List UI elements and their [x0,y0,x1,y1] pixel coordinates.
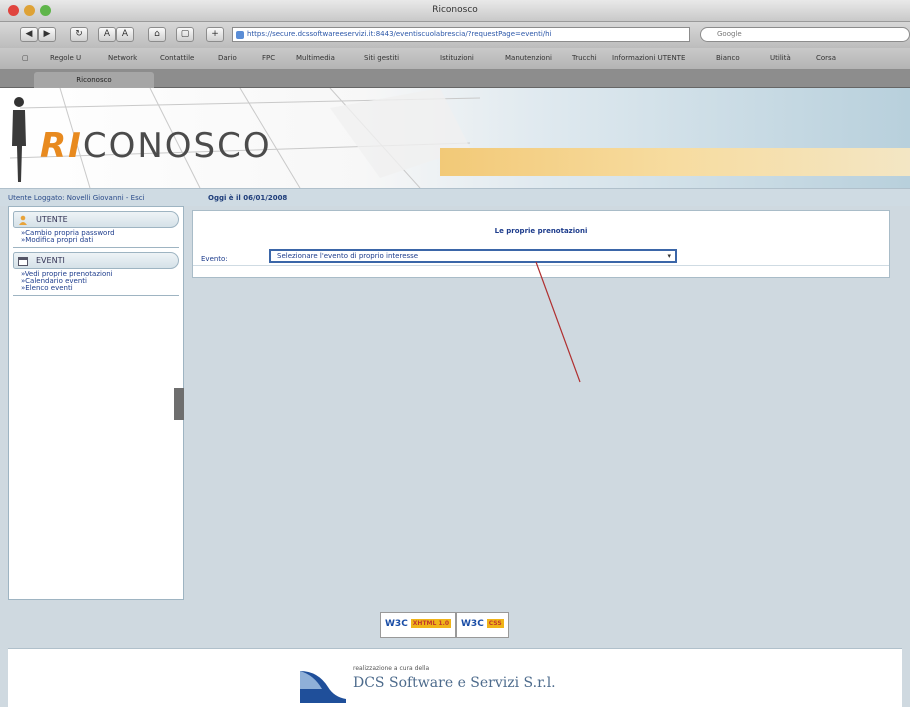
chevron-down-icon: ▾ [667,252,671,260]
bookmark-item[interactable]: Contattile [160,54,194,62]
bookmark-item[interactable]: Corsa [816,54,836,62]
section-eventi-links: Vedi proprie prenotazioni Calendario eve… [13,271,179,296]
bookmark-item[interactable]: Bianco [716,54,740,62]
tab-riconosco[interactable]: Riconosco [34,72,154,88]
bookmark-item[interactable]: Multimedia [296,54,335,62]
section-title: UTENTE [36,215,68,224]
bookmark-item[interactable]: Trucchi [572,54,597,62]
event-select[interactable]: Selezionare l'evento di proprio interess… [269,249,677,263]
panel-title: Le proprie prenotazioni [494,227,588,235]
company-name[interactable]: DCS Software e Servizi S.r.l. [353,675,556,691]
section-title: EVENTI [36,256,65,265]
section-utente-header: UTENTE [13,211,179,228]
w3c-css-badge[interactable]: W3C CSS [456,612,509,638]
text-smaller-icon[interactable]: A [98,27,116,42]
section-eventi-header: EVENTI [13,252,179,269]
bookmark-item[interactable]: Regole U [50,54,81,62]
banner-sunset [440,148,910,176]
window-title: Riconosco [432,5,478,15]
logo-suffix: CONOSCO [82,126,272,166]
sidebar: UTENTE Cambio propria password Modifica … [8,206,184,600]
current-date: Oggi è il 06/01/2008 [208,194,288,202]
bookmarks-icon[interactable]: ▢ [22,54,29,62]
w3c-xhtml-badge[interactable]: W3C XHTML 1.0 [380,612,457,638]
title-bar: Riconosco [0,0,910,22]
page-footer: realizzazione a cura della DCS Software … [8,648,902,707]
sidebar-link-edit-profile[interactable]: Modifica propri dati [13,237,179,244]
text-larger-icon[interactable]: A [116,27,134,42]
site-banner: RICONOSCO [0,88,910,188]
bookings-panel: Le proprie prenotazioni Evento: Selezion… [192,210,890,278]
address-text: https://secure.dcssoftwareeservizi.it:84… [247,30,552,38]
reload-icon[interactable]: ↻ [70,27,88,42]
address-bar[interactable]: https://secure.dcssoftwareeservizi.it:84… [232,27,690,42]
browser-toolbar: ◀ ▶ ↻ A A ⌂ ▢ + https://secure.dcssoftwa… [0,22,910,48]
bookmark-item[interactable]: Dario [218,54,237,62]
sidebar-scroll-handle[interactable] [174,388,184,420]
dcs-logo-icon [300,671,346,703]
home-icon[interactable]: ⌂ [148,27,166,42]
riconosco-logo: RICONOSCO [40,126,272,166]
search-placeholder: Google [717,30,742,38]
bookmarks-bar: ▢ Regole U Network Contattile Dario FPC … [0,48,910,70]
bookmark-item[interactable]: Utilità [770,54,791,62]
site-icon [236,31,244,39]
bookmark-item[interactable]: Siti gestiti [364,54,399,62]
event-label: Evento: [201,255,228,263]
sidebar-link-event-list[interactable]: Elenco eventi [13,285,179,292]
tab-bar: Riconosco [0,70,910,88]
bookmark-item[interactable]: Informazioni UTENTE [612,54,685,62]
search-field[interactable]: Google [700,27,910,42]
bookmark-item[interactable]: FPC [262,54,275,62]
section-utente-links: Cambio propria password Modifica propri … [13,230,179,248]
forward-icon[interactable]: ▶ [38,27,56,42]
calendar-icon [18,257,28,266]
event-select-value: Selezionare l'evento di proprio interess… [277,252,419,260]
logged-user-link[interactable]: Utente Loggato: Novelli Giovanni - Esci [8,194,145,202]
logo-prefix: RI [40,126,83,166]
badge-label: W3C [385,619,408,629]
bookmark-item[interactable]: Network [108,54,137,62]
bookmark-item[interactable]: Istituzioni [440,54,474,62]
panel-divider [193,265,889,266]
info-bar: Utente Loggato: Novelli Giovanni - Esci … [0,188,910,206]
back-icon[interactable]: ◀ [20,27,38,42]
badge-label: W3C [461,619,484,629]
credit-small-text: realizzazione a cura della [353,665,430,672]
user-icon [19,215,27,225]
bookmark-item[interactable]: Manutenzioni [505,54,552,62]
add-bookmark-icon[interactable]: + [206,27,224,42]
badge-tag: XHTML 1.0 [410,619,452,628]
person-silhouette [12,97,26,182]
bookmark-icon[interactable]: ▢ [176,27,194,42]
badge-tag: CSS [486,619,504,628]
browser-window: Riconosco ◀ ▶ ↻ A A ⌂ ▢ + https://secure… [0,0,910,707]
